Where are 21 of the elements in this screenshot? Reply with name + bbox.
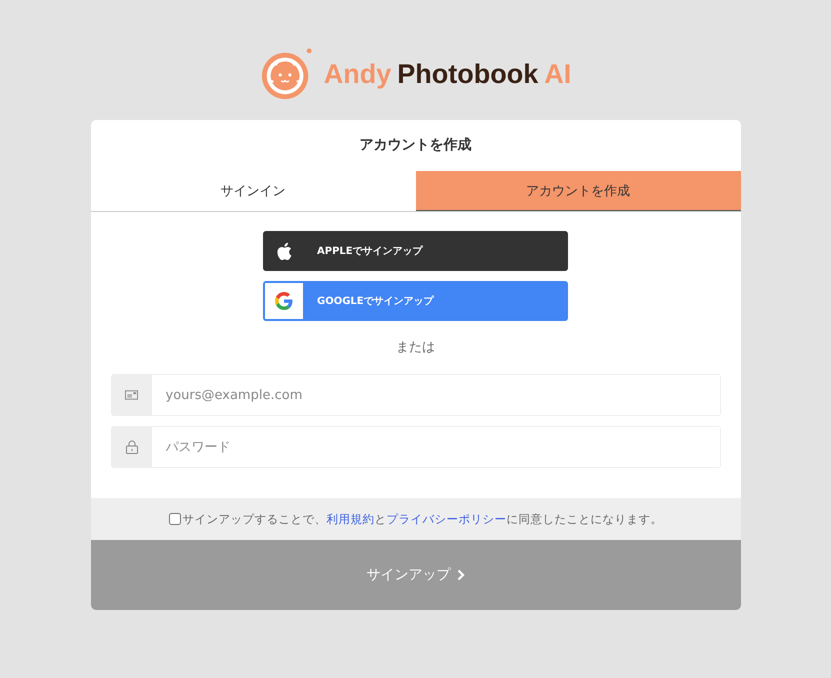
terms-link[interactable]: 利用規約 [326,512,374,526]
password-field[interactable]: パスワード [110,426,720,468]
apple-signup-button[interactable]: APPLEでサインアップ [263,231,568,271]
tab[interactable]: アカウントを作成 [416,171,740,211]
logo-text: Andy [324,58,392,90]
chevron-right-icon [456,569,464,581]
signup-button[interactable]: サインアップ [90,540,740,610]
privacy-link[interactable]: プライバシーポリシー [386,512,506,526]
terms-checkbox[interactable] [168,513,180,525]
apple-icon [276,242,292,260]
terms-text: サインアップすることで、利用規約 と プライバシーポリシー に同意したことになります。 [182,512,662,526]
logo-icon [260,47,314,101]
lock-icon [126,440,138,454]
logo-text: AI [544,58,572,90]
envelope-icon [125,390,138,400]
logo-text: Photobook [397,58,538,90]
google-signup-button[interactable]: GOOGLEでサインアップ [263,281,568,321]
email-field[interactable]: yours@example.com [110,374,720,416]
separator-text: または [396,339,435,356]
google-icon [275,292,293,310]
card-title: アカウントを作成 [358,136,472,155]
